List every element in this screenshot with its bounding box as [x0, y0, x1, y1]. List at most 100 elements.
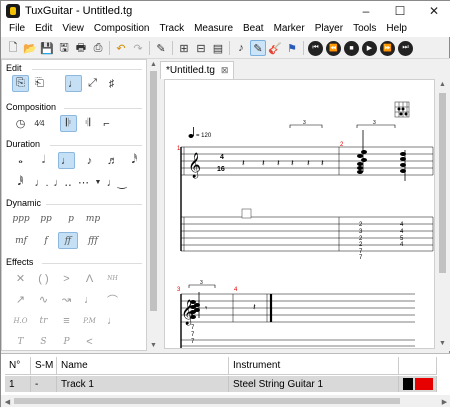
first-icon[interactable]: ⏮ [308, 40, 323, 56]
rewind-icon[interactable]: ⏪ [326, 40, 341, 56]
track-color-cell[interactable] [399, 376, 437, 392]
hammer-on-icon[interactable]: H.O [12, 312, 29, 329]
score-canvas[interactable]: = 120 3 3 3 1 2 𝄞 4 16 𝄽 𝄽 𝄽 𝄽 𝄽 𝄽 2 3 2… [164, 79, 435, 349]
palette-scrollbar[interactable]: ▲ ▼ [148, 59, 159, 351]
dynamic-pp[interactable]: pp [35, 210, 57, 227]
sixteenth-note-icon[interactable]: ♬ [104, 152, 121, 169]
guitar-icon[interactable]: 🎸 [267, 40, 283, 56]
undo-icon[interactable]: ↶ [113, 40, 129, 56]
menu-track[interactable]: Track [154, 21, 189, 37]
sixty-fourth-note-icon[interactable]: 𝅘𝅥𝅱 [12, 174, 29, 191]
document-tab[interactable]: *Untitled.tg ⊠ [160, 61, 235, 79]
tapping-icon[interactable]: T [12, 333, 29, 350]
scroll-up-arrow-icon[interactable]: ▲ [148, 59, 159, 70]
select-mode-icon[interactable]: ⎘ [12, 75, 29, 92]
let-ring-icon[interactable]: ⌒ [104, 291, 121, 308]
redo-icon[interactable]: ↷ [130, 40, 146, 56]
menu-composition[interactable]: Composition [89, 21, 155, 37]
whole-note-icon[interactable]: 𝅝 [12, 152, 29, 169]
scroll-right-arrow-icon[interactable]: ▶ [439, 396, 450, 407]
scroll-up-arrow-icon[interactable]: ▲ [437, 79, 448, 90]
score-scroll-thumb[interactable] [439, 93, 446, 273]
minimize-button[interactable]: – [349, 1, 383, 21]
tied-note-icon[interactable]: ♩‿ [107, 174, 127, 191]
score-view-icon[interactable]: ♪ [233, 40, 249, 56]
save-icon[interactable]: 💾 [39, 40, 55, 56]
menu-measure[interactable]: Measure [189, 21, 238, 37]
print-preview-icon[interactable]: 🖶 [73, 40, 89, 56]
maximize-button[interactable]: ☐ [383, 1, 417, 21]
scroll-down-arrow-icon[interactable]: ▼ [148, 340, 159, 351]
track-table-scrollbar[interactable]: ◀ ▶ [1, 395, 450, 407]
score-svg[interactable]: = 120 3 3 3 1 2 𝄞 4 16 𝄽 𝄽 𝄽 𝄽 𝄽 𝄽 2 3 2… [165, 80, 435, 349]
thirty-second-note-icon[interactable]: 𝅘𝅥𝅰 [126, 152, 143, 169]
menu-tools[interactable]: Tools [348, 21, 381, 37]
eighth-note-icon[interactable]: ♪ [81, 152, 98, 169]
heavy-accent-icon[interactable]: Λ [81, 270, 98, 287]
track-instrument[interactable]: Steel String Guitar 1 [229, 376, 399, 392]
vibrato-icon[interactable]: ∿ [35, 291, 52, 308]
half-note-icon[interactable]: 𝅗𝅥 [35, 152, 52, 169]
menu-help[interactable]: Help [381, 21, 412, 37]
close-button[interactable]: ✕ [417, 1, 450, 21]
time-signature-icon[interactable]: 4⁄4 [31, 115, 48, 132]
accidental-icon[interactable]: ♯ [103, 75, 120, 92]
dotted-note-icon[interactable]: ♩. [33, 174, 50, 191]
dynamic-mf[interactable]: mf [10, 232, 32, 249]
open-file-icon[interactable]: 📂 [22, 40, 38, 56]
marker-flag-icon[interactable]: ⚑ [284, 40, 300, 56]
dynamic-fff[interactable]: fff [82, 232, 104, 249]
freehand-icon[interactable]: ⤢ [84, 75, 101, 92]
alternate-ending-icon[interactable]: ⌐ [98, 115, 115, 132]
fade-in-icon[interactable]: < [81, 333, 98, 350]
dynamic-ff[interactable]: ff [58, 232, 78, 249]
tab-cursor[interactable] [241, 208, 252, 219]
new-file-icon[interactable]: 🗋 [5, 40, 21, 56]
menu-edit[interactable]: Edit [30, 21, 57, 37]
staccato-icon[interactable]: ♩ [104, 312, 121, 329]
dynamic-ppp[interactable]: ppp [10, 210, 32, 227]
dynamic-f[interactable]: f [35, 232, 57, 249]
column-name[interactable]: Name [57, 357, 229, 375]
repeat-close-icon[interactable]: 𝄇 [79, 115, 96, 132]
palm-mute-icon[interactable]: P.M [81, 312, 98, 329]
tablature-view-icon[interactable]: ✎ [250, 40, 266, 56]
menu-beat[interactable]: Beat [238, 21, 269, 37]
dynamic-p[interactable]: p [60, 210, 82, 227]
palette-scroll-thumb[interactable] [150, 71, 157, 311]
tuplet-dropdown-icon[interactable]: ▼ [93, 174, 103, 191]
edit-pencil-icon[interactable]: ✎ [153, 40, 169, 56]
menu-view[interactable]: View [57, 21, 89, 37]
bend-icon[interactable]: ↗ [12, 291, 29, 308]
double-dotted-note-icon[interactable]: ♩‥ [53, 174, 71, 191]
accent-icon[interactable]: > [58, 270, 75, 287]
menu-player[interactable]: Player [310, 21, 348, 37]
dead-note-icon[interactable]: ✕ [12, 270, 29, 287]
slapping-icon[interactable]: S [35, 333, 52, 350]
column-color[interactable] [399, 357, 437, 375]
scroll-left-arrow-icon[interactable]: ◀ [2, 396, 13, 407]
edit-mode-icon[interactable]: ⎗ [31, 75, 48, 92]
column-instrument[interactable]: Instrument [229, 357, 399, 375]
popping-icon[interactable]: P [58, 333, 75, 350]
slide-icon[interactable]: ↝ [58, 291, 75, 308]
stop-icon[interactable]: ■ [344, 40, 359, 56]
menu-marker[interactable]: Marker [269, 21, 310, 37]
tremolo-picking-icon[interactable]: ≡ [58, 312, 75, 329]
last-icon[interactable]: ⏭ [398, 40, 413, 56]
track-name[interactable]: Track 1 [57, 376, 229, 392]
save-as-icon[interactable]: 🖫 [56, 40, 72, 56]
quarter-note-icon[interactable]: ♩ [58, 152, 75, 169]
tuplet-icon[interactable]: ⋯ [75, 174, 92, 191]
trill-icon[interactable]: tr [35, 312, 52, 329]
track-table-scroll-thumb[interactable] [14, 398, 400, 404]
tempo-icon[interactable]: ◷ [12, 115, 29, 132]
play-icon[interactable]: ▶ [362, 40, 377, 56]
repeat-open-icon[interactable]: 𝄆 [60, 115, 77, 132]
scroll-down-arrow-icon[interactable]: ▼ [437, 338, 448, 349]
column-solo-mute[interactable]: S-M [31, 357, 57, 375]
print-icon[interactable]: ⎙ [90, 40, 106, 56]
remove-measure-icon[interactable]: ⊟ [193, 40, 209, 56]
track-solo-mute[interactable]: - [31, 376, 57, 392]
dynamic-mp[interactable]: mp [82, 210, 104, 227]
